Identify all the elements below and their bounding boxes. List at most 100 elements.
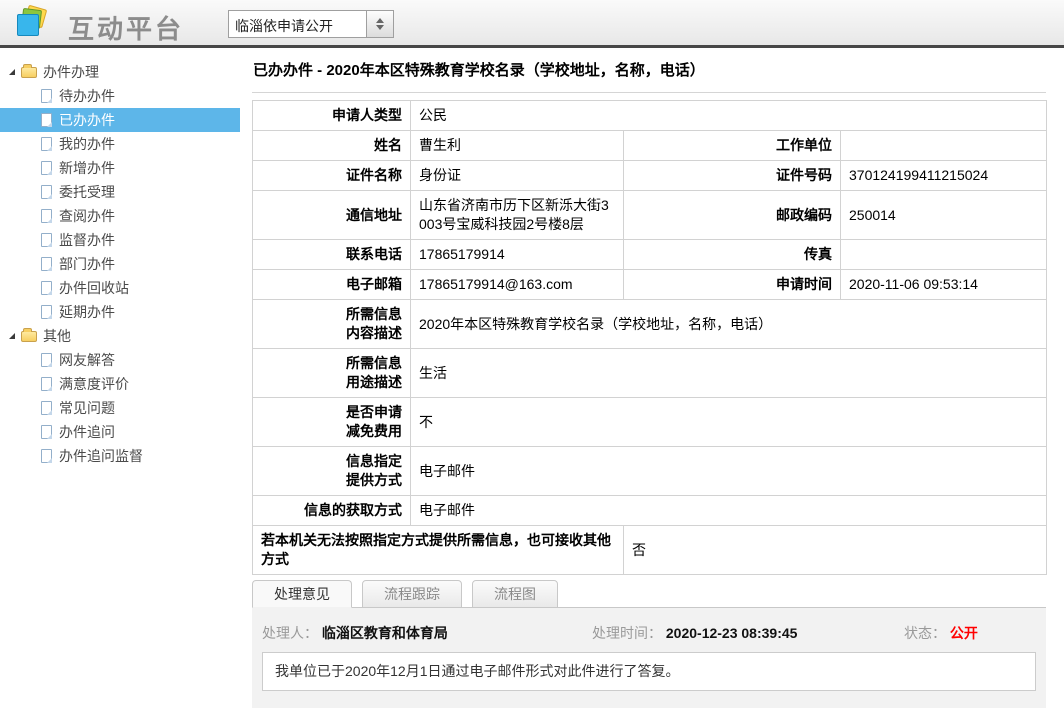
table-row: 证件名称身份证证件号码370124199411215024 xyxy=(253,161,1047,191)
document-icon xyxy=(41,233,52,247)
sidebar-item-label: 延期办件 xyxy=(59,302,115,322)
status-group: 状态： 公开 xyxy=(904,623,1036,643)
table-row: 信息指定 提供方式电子邮件 xyxy=(253,447,1047,496)
field-value: 370124199411215024 xyxy=(841,161,1047,191)
field-value: 电子邮件 xyxy=(411,496,1047,526)
field-label: 电子邮箱 xyxy=(253,270,411,300)
sidebar-item[interactable]: 办件追问监督 xyxy=(0,444,240,468)
sidebar-item[interactable]: 委托受理 xyxy=(0,180,240,204)
sidebar-item-label: 网友解答 xyxy=(59,350,115,370)
sidebar-item[interactable]: 我的办件 xyxy=(0,132,240,156)
field-value: 山东省济南市历下区新泺大街3003号宝威科技园2号楼8层 xyxy=(411,191,624,240)
field-label: 证件名称 xyxy=(253,161,411,191)
sidebar-item-label: 部门办件 xyxy=(59,254,115,274)
sidebar-item-label: 委托受理 xyxy=(59,182,115,202)
document-icon xyxy=(41,137,52,151)
handler-label: 处理人： xyxy=(262,625,318,641)
process-time-label: 处理时间： xyxy=(592,625,662,641)
sidebar-item[interactable]: 待办办件 xyxy=(0,84,240,108)
document-icon xyxy=(41,257,52,271)
handler-value: 临淄区教育和体育局 xyxy=(322,625,448,641)
field-value: 曹生利 xyxy=(411,131,624,161)
sidebar-item[interactable]: 监督办件 xyxy=(0,228,240,252)
status-label: 状态： xyxy=(904,625,946,641)
sidebar-item[interactable]: 延期办件 xyxy=(0,300,240,324)
field-label: 姓名 xyxy=(253,131,411,161)
process-meta: 处理人： 临淄区教育和体育局 处理时间： 2020-12-23 08:39:45… xyxy=(252,608,1046,643)
arrow-up-icon xyxy=(376,18,384,23)
detail-table: 申请人类型公民姓名曹生利工作单位证件名称身份证证件号码3701241994112… xyxy=(252,100,1047,575)
folder-icon xyxy=(21,67,37,78)
table-row: 信息的获取方式电子邮件 xyxy=(253,496,1047,526)
sidebar-item[interactable]: 满意度评价 xyxy=(0,372,240,396)
field-value xyxy=(841,131,1047,161)
app-title: 互动平台 xyxy=(68,9,184,46)
arrow-down-icon xyxy=(376,25,384,30)
tab-bar: 处理意见流程跟踪流程图 xyxy=(252,580,1046,607)
field-label: 证件号码 xyxy=(624,161,841,191)
field-value: 电子邮件 xyxy=(411,447,1047,496)
sidebar-item[interactable]: 网友解答 xyxy=(0,348,240,372)
table-row: 所需信息 用途描述生活 xyxy=(253,349,1047,398)
expander-icon xyxy=(9,69,15,75)
table-row: 姓名曹生利工作单位 xyxy=(253,131,1047,161)
sidebar-item[interactable]: 常见问题 xyxy=(0,396,240,420)
sidebar-group[interactable]: 其他 xyxy=(0,324,240,348)
field-label: 信息指定 提供方式 xyxy=(253,447,411,496)
document-icon xyxy=(41,209,52,223)
sidebar-item-label: 常见问题 xyxy=(59,398,115,418)
document-icon xyxy=(41,113,52,127)
sidebar-item-label: 办件追问 xyxy=(59,422,115,442)
field-label: 传真 xyxy=(624,240,841,270)
sidebar-item[interactable]: 办件回收站 xyxy=(0,276,240,300)
table-row: 通信地址山东省济南市历下区新泺大街3003号宝威科技园2号楼8层邮政编码2500… xyxy=(253,191,1047,240)
field-label: 是否申请 减免费用 xyxy=(253,398,411,447)
app-header: 互动平台 临淄依申请公开 xyxy=(0,0,1064,48)
sidebar-group-label: 其他 xyxy=(43,326,71,346)
page-title: 已办办件 - 2020年本区特殊教育学校名录（学校地址，名称，电话） xyxy=(252,51,1046,93)
expander-icon xyxy=(9,333,15,339)
document-icon xyxy=(41,449,52,463)
field-label: 信息的获取方式 xyxy=(253,496,411,526)
table-row: 电子邮箱17865179914@163.com申请时间2020-11-06 09… xyxy=(253,270,1047,300)
document-icon xyxy=(41,425,52,439)
process-panel: 处理人： 临淄区教育和体育局 处理时间： 2020-12-23 08:39:45… xyxy=(252,607,1046,708)
tab-item[interactable]: 流程图 xyxy=(472,580,558,608)
document-icon xyxy=(41,353,52,367)
field-value: 250014 xyxy=(841,191,1047,240)
sidebar-item-label: 办件追问监督 xyxy=(59,446,143,466)
sidebar-item[interactable]: 已办办件 xyxy=(0,108,240,132)
field-value: 17865179914@163.com xyxy=(411,270,624,300)
field-label: 邮政编码 xyxy=(624,191,841,240)
document-icon xyxy=(41,305,52,319)
field-value: 2020-11-06 09:53:14 xyxy=(841,270,1047,300)
field-value: 否 xyxy=(624,526,1047,575)
sidebar-item[interactable]: 新增办件 xyxy=(0,156,240,180)
table-row: 联系电话17865179914传真 xyxy=(253,240,1047,270)
sidebar-tree: 办件办理待办办件已办办件我的办件新增办件委托受理查阅办件监督办件部门办件办件回收… xyxy=(0,51,240,672)
table-row: 是否申请 减免费用不 xyxy=(253,398,1047,447)
field-value: 生活 xyxy=(411,349,1047,398)
sidebar-item-label: 监督办件 xyxy=(59,230,115,250)
sidebar-item-label: 办件回收站 xyxy=(59,278,129,298)
main-content: 已办办件 - 2020年本区特殊教育学校名录（学校地址，名称，电话） 申请人类型… xyxy=(252,51,1046,708)
document-icon xyxy=(41,377,52,391)
app-logo-icon xyxy=(16,6,56,40)
sidebar-item[interactable]: 查阅办件 xyxy=(0,204,240,228)
document-icon xyxy=(41,401,52,415)
document-icon xyxy=(41,185,52,199)
field-value: 17865179914 xyxy=(411,240,624,270)
logo-blue-page xyxy=(17,14,39,36)
sidebar-item[interactable]: 部门办件 xyxy=(0,252,240,276)
sidebar-item-label: 满意度评价 xyxy=(59,374,129,394)
channel-select-value: 临淄依申请公开 xyxy=(229,11,366,37)
dropdown-arrows-icon[interactable] xyxy=(366,11,393,37)
table-row: 所需信息 内容描述2020年本区特殊教育学校名录（学校地址，名称，电话） xyxy=(253,300,1047,349)
tab-active[interactable]: 处理意见 xyxy=(252,580,352,608)
sidebar-group[interactable]: 办件办理 xyxy=(0,60,240,84)
document-icon xyxy=(41,89,52,103)
tab-item[interactable]: 流程跟踪 xyxy=(362,580,462,608)
sidebar-item-label: 已办办件 xyxy=(59,110,115,130)
sidebar-item[interactable]: 办件追问 xyxy=(0,420,240,444)
channel-select[interactable]: 临淄依申请公开 xyxy=(228,10,394,38)
